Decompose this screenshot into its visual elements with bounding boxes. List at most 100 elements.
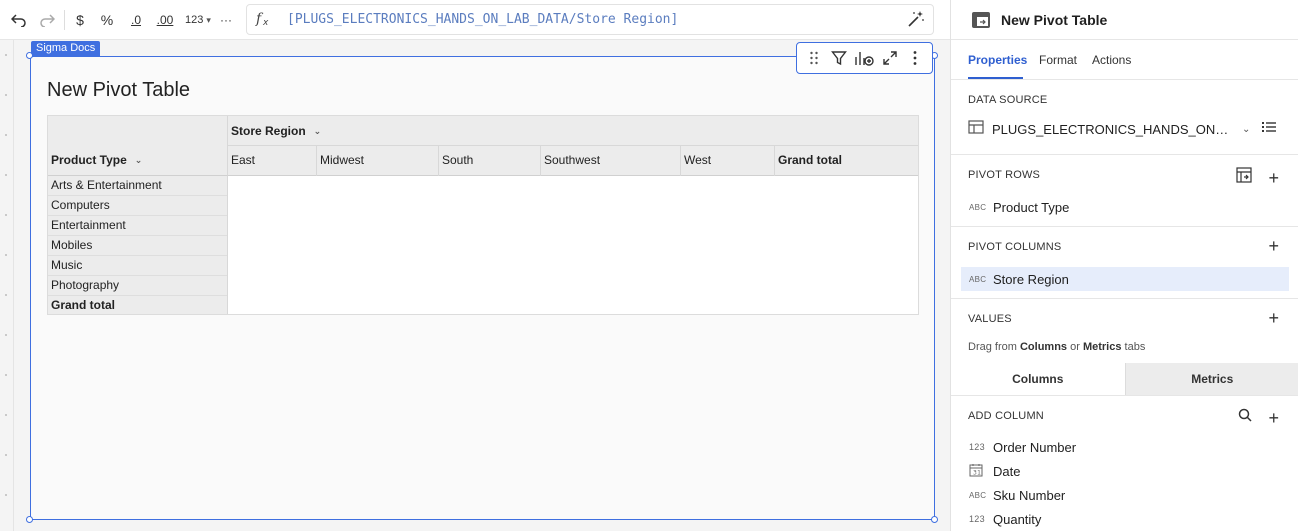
pivot-settings-icon[interactable]	[1236, 167, 1253, 188]
tab-properties[interactable]: Properties	[968, 53, 1027, 67]
pivot-rows-section: PIVOT ROWS + ABC Product Type	[951, 155, 1298, 227]
svg-text:x: x	[262, 18, 269, 27]
text-type-icon: ABC	[969, 490, 987, 500]
drag-handle-icon[interactable]	[802, 46, 826, 70]
add-pivot-column-button[interactable]: +	[1268, 237, 1279, 255]
pivot-column[interactable]: Midwest	[317, 146, 439, 176]
app-window: $ % .0 .00 123 ▾ ··· fx [PLUGS_ELECTRONI…	[0, 0, 1298, 531]
section-label: PIVOT COLUMNS	[968, 241, 1062, 253]
pivot-row[interactable]: Arts & Entertainment	[48, 176, 227, 196]
pivot-column[interactable]: South	[439, 146, 541, 176]
text-type-icon: ABC	[969, 202, 987, 212]
pivot-column[interactable]: West	[681, 146, 775, 176]
panel-title[interactable]: New Pivot Table	[1001, 12, 1107, 28]
add-value-button[interactable]: +	[1268, 309, 1279, 327]
magic-wand-icon[interactable]	[907, 10, 925, 33]
pivot-column-values: East Midwest South Southwest West Grand …	[228, 146, 918, 176]
panel-header: New Pivot Table	[951, 0, 1298, 40]
chevron-down-icon: ⌄	[134, 154, 143, 165]
column-name: Order Number	[993, 439, 1077, 455]
section-actions: +	[1236, 167, 1279, 188]
pivot-row[interactable]: Computers	[48, 196, 227, 216]
tab-actions[interactable]: Actions	[1092, 53, 1131, 67]
section-label: PIVOT ROWS	[968, 169, 1041, 181]
panel-tabs: Properties Format Actions	[951, 40, 1298, 80]
increase-decimals-button[interactable]: .00	[153, 8, 177, 32]
section-label: DATA SOURCE	[968, 94, 1048, 106]
element-title[interactable]: New Pivot Table	[47, 79, 190, 102]
add-chart-icon[interactable]	[852, 46, 876, 70]
resize-handle[interactable]	[26, 52, 33, 59]
pivot-table-icon	[971, 11, 991, 34]
more-vertical-icon[interactable]	[903, 46, 927, 70]
pivot-row[interactable]: Photography	[48, 276, 227, 296]
number-format-label: 123	[185, 14, 204, 26]
data-source-name: PLUGS_ELECTRONICS_HANDS_ON_LAB_DATA	[992, 121, 1232, 137]
workbook-canvas: Sigma Docs New Pivot Table Product Type …	[0, 40, 950, 531]
more-options-button[interactable]: ···	[216, 8, 236, 32]
calendar-icon: 31	[961, 463, 993, 479]
pivot-column-grand-total[interactable]: Grand total	[775, 146, 919, 176]
section-actions: +	[1268, 237, 1279, 255]
column-header-label: Store Region	[231, 124, 306, 138]
chevron-down-icon[interactable]: ⌄	[1242, 124, 1250, 135]
pivot-row[interactable]: Music	[48, 256, 227, 276]
formula-input[interactable]: [PLUGS_ELECTRONICS_HANDS_ON_LAB_DATA/Sto…	[287, 12, 678, 27]
tab-format[interactable]: Format	[1039, 53, 1077, 67]
columns-metrics-toggle: Columns Metrics	[951, 363, 1298, 396]
column-list-item[interactable]: 31 Date	[961, 459, 1289, 483]
section-label: VALUES	[968, 313, 1012, 325]
pivot-column[interactable]: Southwest	[541, 146, 681, 176]
list-icon[interactable]	[1262, 120, 1277, 138]
column-header-store-region[interactable]: Store Region ⌄	[231, 124, 321, 138]
pivot-column-item[interactable]: ABC Store Region	[961, 267, 1289, 291]
tab-columns[interactable]: Columns	[951, 363, 1125, 395]
properties-panel: New Pivot Table Properties Format Action…	[950, 0, 1298, 531]
column-name: Sku Number	[993, 487, 1066, 503]
column-list-item[interactable]: ABC Sku Number	[961, 483, 1289, 507]
data-source-selector[interactable]: PLUGS_ELECTRONICS_HANDS_ON_LAB_DATA ⌄	[968, 117, 1283, 141]
active-tab-indicator	[968, 77, 1023, 79]
values-section: VALUES +	[951, 299, 1298, 363]
section-actions: +	[1268, 309, 1279, 327]
pivot-table-element[interactable]: New Pivot Table Product Type ⌄ Store Reg…	[30, 56, 935, 520]
decrease-decimals-button[interactable]: .0	[125, 8, 147, 32]
percent-format-button[interactable]: %	[97, 8, 117, 32]
row-header-product-type[interactable]: Product Type ⌄	[51, 153, 142, 167]
svg-text:31: 31	[973, 470, 981, 477]
filter-icon[interactable]	[827, 46, 851, 70]
number-format-dropdown[interactable]: 123 ▾	[183, 8, 213, 32]
pivot-row-grand-total[interactable]: Grand total	[48, 296, 227, 316]
function-icon: fx	[255, 9, 273, 31]
search-icon[interactable]	[1238, 408, 1253, 427]
add-pivot-row-button[interactable]: +	[1268, 169, 1279, 187]
pivot-row[interactable]: Mobiles	[48, 236, 227, 256]
currency-format-button[interactable]: $	[70, 8, 90, 32]
column-header-bar: Store Region ⌄	[228, 116, 918, 146]
resize-handle[interactable]	[26, 516, 33, 523]
expand-icon[interactable]	[878, 46, 902, 70]
redo-icon[interactable]	[36, 8, 58, 32]
pivot-row-values: Arts & Entertainment Computers Entertain…	[48, 176, 228, 314]
chevron-down-icon: ▾	[206, 14, 211, 25]
pivot-row-item[interactable]: ABC Product Type	[961, 195, 1289, 219]
resize-handle[interactable]	[931, 516, 938, 523]
tab-metrics[interactable]: Metrics	[1124, 363, 1298, 395]
row-header-label: Product Type	[51, 153, 127, 167]
column-list-item[interactable]: 123 Quantity	[961, 507, 1289, 531]
add-column-button[interactable]: +	[1268, 409, 1279, 427]
table-icon	[968, 119, 984, 139]
values-hint: Drag from Columns or Metrics tabs	[968, 341, 1146, 353]
pivot-row[interactable]: Entertainment	[48, 216, 227, 236]
toolbar-divider	[64, 10, 65, 30]
section-actions: +	[1238, 408, 1279, 427]
add-column-section: ADD COLUMN + 123 Order Number 31 Date AB…	[951, 396, 1298, 531]
formula-bar[interactable]: fx [PLUGS_ELECTRONICS_HANDS_ON_LAB_DATA/…	[246, 4, 934, 35]
toolbar: $ % .0 .00 123 ▾ ··· fx [PLUGS_ELECTRONI…	[0, 0, 950, 40]
number-type-icon: 123	[969, 442, 985, 452]
column-list-item[interactable]: 123 Order Number	[961, 435, 1289, 459]
pivot-grid: Product Type ⌄ Store Region ⌄ East Midwe…	[47, 115, 919, 315]
pivot-column[interactable]: East	[228, 146, 317, 176]
undo-icon[interactable]	[8, 8, 30, 32]
element-action-bar	[796, 42, 933, 74]
